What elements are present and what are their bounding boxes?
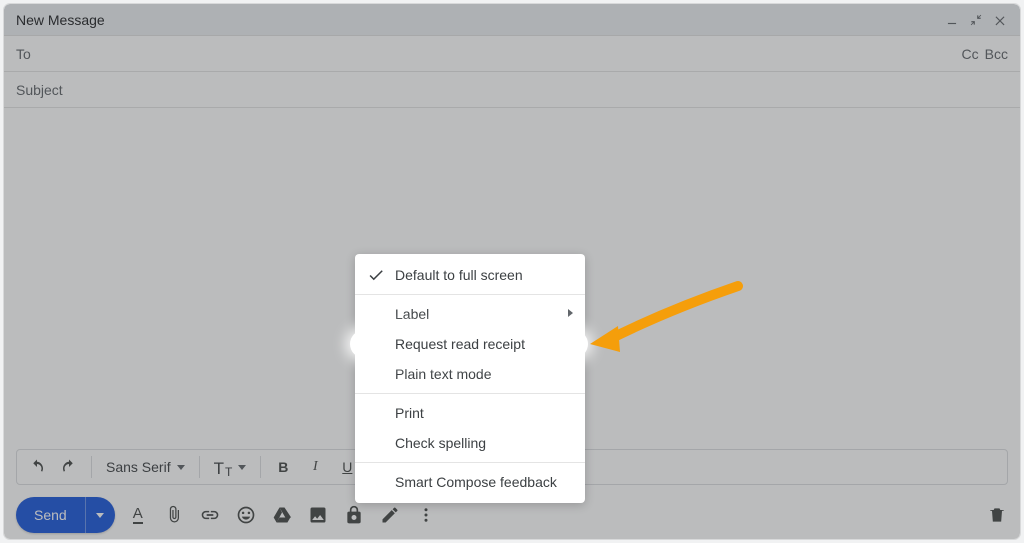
close-icon bbox=[993, 13, 1007, 27]
compose-action-icons: A bbox=[127, 504, 437, 526]
to-field-row[interactable]: To Cc Bcc bbox=[4, 36, 1020, 72]
menu-item-label: Print bbox=[395, 405, 424, 421]
send-button[interactable]: Send bbox=[16, 497, 85, 533]
link-icon bbox=[200, 505, 220, 525]
bold-button[interactable]: B bbox=[269, 453, 297, 481]
titlebar: New Message bbox=[4, 4, 1020, 36]
window-title: New Message bbox=[16, 12, 105, 28]
chevron-right-icon bbox=[568, 309, 573, 317]
annotation-highlight-pill[interactable]: Request read receipt bbox=[350, 330, 588, 358]
more-options-menu: Default to full screen Label Request rea… bbox=[355, 254, 585, 503]
menu-item-label: Smart Compose feedback bbox=[395, 474, 557, 490]
insert-emoji-button[interactable] bbox=[235, 504, 257, 526]
discard-draft-button[interactable] bbox=[986, 504, 1008, 526]
italic-button[interactable]: I bbox=[301, 453, 329, 481]
menu-item-label: Label bbox=[395, 306, 429, 322]
menu-item-default-fullscreen[interactable]: Default to full screen bbox=[355, 260, 585, 290]
minimize-button[interactable] bbox=[942, 10, 962, 30]
emoji-icon bbox=[236, 505, 256, 525]
attach-file-button[interactable] bbox=[163, 504, 185, 526]
exit-fullscreen-icon bbox=[969, 13, 983, 27]
pen-icon bbox=[380, 505, 400, 525]
insert-photo-button[interactable] bbox=[307, 504, 329, 526]
font-size-select[interactable]: TT bbox=[208, 453, 253, 481]
chevron-down-icon bbox=[96, 513, 104, 518]
formatting-options-button[interactable]: A bbox=[127, 504, 149, 526]
undo-button[interactable] bbox=[23, 453, 51, 481]
chevron-down-icon bbox=[238, 465, 246, 470]
menu-item-label[interactable]: Label bbox=[355, 299, 585, 329]
confidential-mode-button[interactable] bbox=[343, 504, 365, 526]
trash-icon bbox=[987, 505, 1007, 525]
menu-item-label: Check spelling bbox=[395, 435, 486, 451]
formatting-a-icon: A bbox=[133, 506, 143, 524]
font-family-select[interactable]: Sans Serif bbox=[100, 453, 191, 481]
close-button[interactable] bbox=[990, 10, 1010, 30]
to-label: To bbox=[16, 46, 31, 62]
send-split-button: Send bbox=[16, 497, 115, 533]
menu-item-label: Default to full screen bbox=[395, 267, 523, 283]
image-icon bbox=[308, 505, 328, 525]
menu-item-smart-compose-feedback[interactable]: Smart Compose feedback bbox=[355, 467, 585, 497]
insert-signature-button[interactable] bbox=[379, 504, 401, 526]
menu-item-print[interactable]: Print bbox=[355, 398, 585, 428]
more-options-button[interactable] bbox=[415, 504, 437, 526]
subject-field-row[interactable] bbox=[4, 72, 1020, 108]
drive-icon bbox=[272, 505, 292, 525]
font-family-label: Sans Serif bbox=[106, 459, 171, 475]
minimize-icon bbox=[945, 13, 959, 27]
check-icon bbox=[367, 266, 385, 284]
insert-link-button[interactable] bbox=[199, 504, 221, 526]
cc-toggle[interactable]: Cc bbox=[962, 46, 979, 62]
font-size-icon: TT bbox=[214, 457, 233, 477]
menu-item-label: Plain text mode bbox=[395, 366, 492, 382]
kebab-icon bbox=[417, 506, 435, 524]
redo-button[interactable] bbox=[55, 453, 83, 481]
send-options-button[interactable] bbox=[85, 497, 115, 533]
insert-drive-button[interactable] bbox=[271, 504, 293, 526]
subject-input[interactable] bbox=[16, 82, 1008, 98]
lock-clock-icon bbox=[344, 505, 364, 525]
chevron-down-icon bbox=[177, 465, 185, 470]
exit-fullscreen-button[interactable] bbox=[966, 10, 986, 30]
menu-item-plain-text-mode[interactable]: Plain text mode bbox=[355, 359, 585, 389]
redo-icon bbox=[60, 458, 78, 476]
highlight-label: Request read receipt bbox=[395, 336, 525, 352]
undo-icon bbox=[28, 458, 46, 476]
menu-item-check-spelling[interactable]: Check spelling bbox=[355, 428, 585, 458]
bcc-toggle[interactable]: Bcc bbox=[985, 46, 1008, 62]
paperclip-icon bbox=[164, 505, 184, 525]
